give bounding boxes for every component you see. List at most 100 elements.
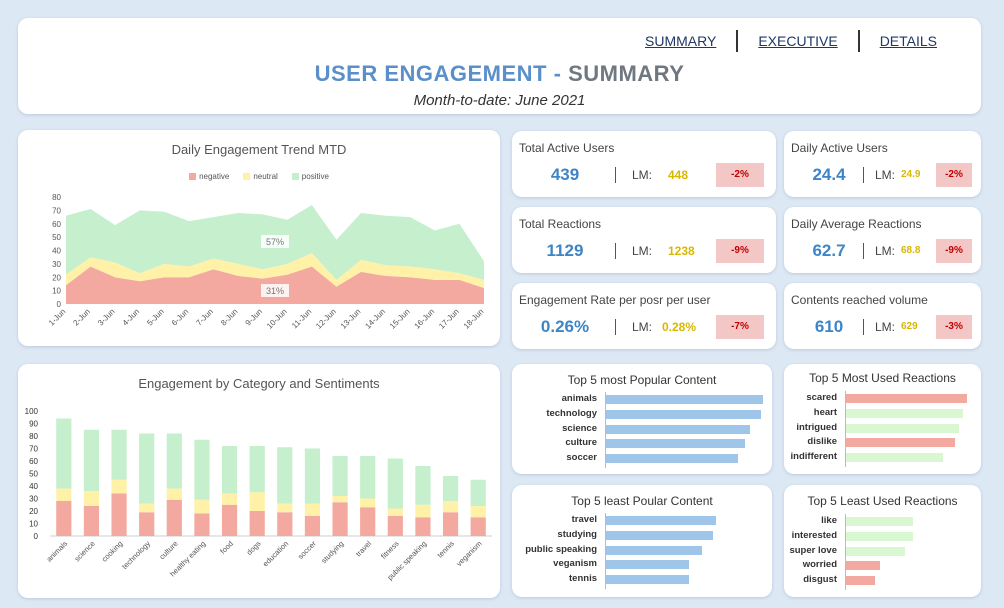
nav-details-link[interactable]: DETAILS [860,31,957,51]
bar-negative [304,516,321,536]
bar-super-love [846,546,905,556]
page-title: USER ENGAGEMENT - SUMMARY [18,61,981,87]
y-tick-label: 60 [52,220,61,229]
kpi-change-badge: -9% [716,239,764,263]
y-tick-label: 10 [29,520,38,529]
bar-interested [846,531,913,541]
bar-positive [442,476,459,501]
nav-summary-link[interactable]: SUMMARY [625,31,736,51]
y-tick-label: 20 [52,273,61,282]
bar-positive [360,456,376,499]
nav-executive-link[interactable]: EXECUTIVE [738,31,857,51]
annotation-negative-pct: 31% [266,286,284,296]
title-part1: USER ENGAGEMENT [314,61,547,86]
bar-category-label: super love [789,544,837,556]
bar-scared [846,394,967,403]
kpi-value: 439 [550,165,580,184]
bar-category-label: soccer [566,452,597,464]
bar-public-speaking [606,545,703,555]
bar-category-label: public speaking [525,543,597,555]
bar-positive [249,446,265,493]
bar-negative [387,516,403,536]
kpi-daily-active-users: Daily Active Users 24.4 LM: 24.9 -2% [784,131,981,197]
bar-positive [111,429,127,480]
y-tick-label: 90 [29,420,38,429]
bar-intrigued [846,423,959,433]
x-tick-label: 16-Jun [413,307,437,331]
title-part2: SUMMARY [568,61,685,86]
bar-category-label: travel [571,514,597,525]
x-tick-label: culture [157,539,179,561]
y-tick-label: 70 [52,206,61,215]
y-tick-label: 30 [52,260,61,269]
x-tick-label: 12-Jun [314,307,338,331]
x-tick-label: cooking [100,539,125,564]
page-subtitle: Month-to-date: June 2021 [413,92,586,109]
kpi-label: Daily Active Users [791,141,888,155]
bar-neutral [249,492,265,511]
kpi-lm-value: 24.9 [901,169,921,180]
bar-neutral [111,479,127,494]
x-tick-label: 1-Jun [47,307,68,328]
kpi-divider [863,243,864,259]
bar-veganism [606,560,689,570]
kpi-change-badge: -2% [936,163,972,187]
x-tick-label: travel [354,539,374,559]
x-tick-label: dogs [245,539,263,557]
kpi-lm-label: LM: [632,168,653,182]
bar-category-label: culture [565,437,597,449]
kpi-lm-value: 0.28% [662,320,697,334]
x-tick-label: 18-Jun [462,307,486,331]
kpi-divider [615,319,616,335]
category-card: Engagement by Category and Sentiments 01… [18,364,500,598]
top5-popular-card: Top 5 most Popular Content animals techno… [512,364,772,474]
bar-negative [56,501,72,536]
kpi-total-reactions: Total Reactions 1129 LM: 1238 -9% [512,207,776,273]
bar-disgust [846,576,876,586]
top-nav: SUMMARY EXECUTIVE DETAILS [625,30,957,52]
y-tick-label: 20 [29,507,38,516]
bar-category-label: indifferent [790,451,837,463]
bar-positive [332,456,348,496]
kpi-total-active-users: Total Active Users 439 LM: 448 -2% [512,131,776,197]
bar-neutral [166,488,182,500]
x-tick-label: 15-Jun [388,307,412,331]
bar-negative [83,506,100,536]
bar-category-label: veganism [553,558,597,570]
y-tick-label: 80 [29,432,38,441]
x-tick-label: 4-Jun [121,307,142,328]
bar-negative [111,493,127,536]
bar-category-label: like [821,515,837,526]
top5-least-popular-card: Top 5 least Poular Content travel studyin… [512,485,772,597]
y-tick-label: 0 [34,532,39,541]
bar-category-label: dislike [807,436,837,448]
bar-neutral [332,496,348,503]
x-tick-label: 14-Jun [363,307,387,331]
bar-negative [277,512,293,536]
kpi-change-badge: -3% [936,315,972,339]
bar-animals [606,395,763,404]
bar-soccer [606,454,738,464]
bar-category-label: scared [806,392,837,403]
bar-travel [606,516,716,525]
top5-most-reactions-card: Top 5 Most Used Reactions scared heart int… [784,364,981,474]
y-tick-label: 50 [29,470,38,479]
y-tick-label: 80 [52,193,61,202]
kpi-divider [615,243,616,259]
kpi-change-badge: -9% [936,239,972,263]
top5-least-popular-title: Top 5 least Poular Content [571,494,713,508]
bar-category-label: studying [557,528,597,540]
x-tick-label: animals [45,539,70,564]
bar-culture [606,439,745,449]
bar-neutral [442,501,459,513]
bar-negative [415,517,431,536]
bar-indifferent [846,453,943,463]
kpi-value: 0.26% [540,317,590,336]
bar-negative [139,512,155,536]
bar-positive [387,458,403,509]
x-tick-label: 8-Jun [219,307,240,328]
kpi-label: Total Reactions [519,217,602,231]
bar-category-label: animals [561,393,597,404]
x-tick-label: 6-Jun [170,307,191,328]
kpi-change-badge: -7% [716,315,764,339]
